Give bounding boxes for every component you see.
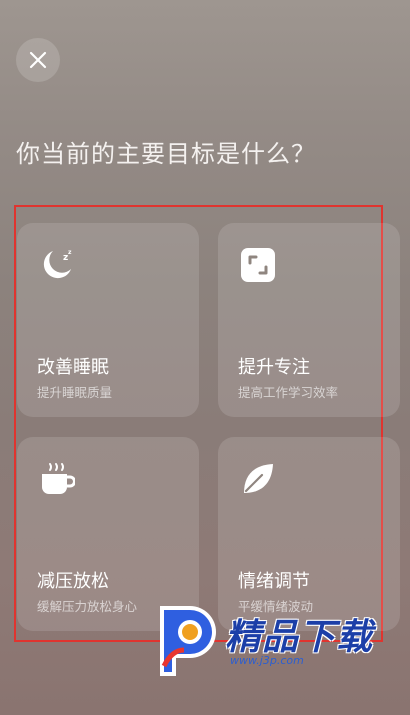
watermark-logo-icon xyxy=(160,606,216,676)
page-title: 你当前的主要目标是什么？ xyxy=(16,140,316,168)
svg-text:z: z xyxy=(68,249,72,256)
goal-subtitle: 缓解压力放松身心 xyxy=(37,599,138,614)
goal-title: 改善睡眠 xyxy=(37,357,109,378)
watermark-url: www.j3p.com xyxy=(230,654,304,667)
goal-title: 减压放松 xyxy=(37,571,109,592)
goal-subtitle: 提升睡眠质量 xyxy=(37,385,113,400)
coffee-cup-icon xyxy=(42,463,75,494)
goal-card-focus[interactable]: 提升专注 提高工作学习效率 xyxy=(218,223,400,417)
watermark-text: 精品下载 xyxy=(225,617,374,658)
focus-frame-icon xyxy=(241,248,275,282)
goal-title: 情绪调节 xyxy=(238,571,310,592)
goal-card-sleep[interactable]: z z 改善睡眠 提升睡眠质量 xyxy=(17,223,199,417)
moon-sleep-icon: z z xyxy=(43,249,72,279)
close-icon xyxy=(29,51,47,69)
leaf-icon xyxy=(244,464,273,493)
watermark: 精品下载 www.j3p.com xyxy=(150,600,390,680)
goal-title: 提升专注 xyxy=(238,357,310,378)
close-button[interactable] xyxy=(16,38,60,82)
goal-subtitle: 提高工作学习效率 xyxy=(238,385,339,400)
